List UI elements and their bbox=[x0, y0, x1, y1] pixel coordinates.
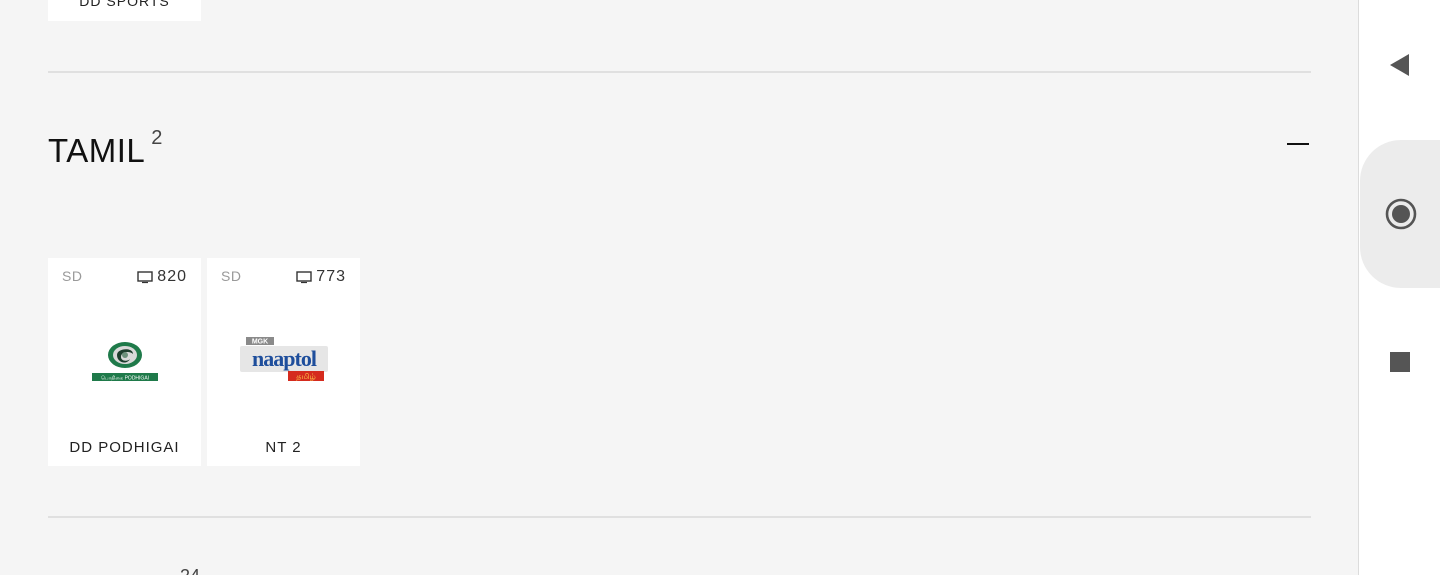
collapse-section-button[interactable] bbox=[1280, 126, 1316, 162]
section-count: 2 bbox=[151, 127, 163, 149]
channel-card-dd-podhigai[interactable]: SD 820 பொதிகை PODHIGAI DD PODHIGAI bbox=[48, 258, 201, 466]
channel-logo: MGK naaptol தமிழ் bbox=[207, 328, 360, 394]
channel-number-text: 820 bbox=[157, 268, 187, 285]
channel-grid: SD 820 பொதிகை PODHIGAI DD PODHIGAI SD 77… bbox=[48, 258, 360, 466]
home-button[interactable] bbox=[1360, 140, 1440, 288]
quality-badge: SD bbox=[221, 268, 242, 284]
app-page: DD SPORTS TAMIL 2 SD 820 பொதிகை PODHIGAI… bbox=[0, 0, 1440, 575]
navigation-bar bbox=[1358, 0, 1440, 575]
channel-name: DD SPORTS bbox=[79, 0, 170, 9]
recents-square-icon bbox=[1390, 352, 1410, 372]
svg-text:naaptol: naaptol bbox=[252, 346, 317, 371]
channel-name: DD PODHIGAI bbox=[69, 439, 180, 456]
tv-icon bbox=[137, 271, 153, 284]
channel-number: 773 bbox=[296, 268, 346, 286]
channel-number-text: 773 bbox=[316, 268, 346, 285]
channel-number: 820 bbox=[137, 268, 187, 286]
section-title-text: TAMIL bbox=[48, 132, 146, 169]
back-triangle-icon bbox=[1390, 54, 1409, 76]
channel-card-nt-2[interactable]: SD 773 MGK naaptol தமிழ் NT 2 bbox=[207, 258, 360, 466]
svg-text:MGK: MGK bbox=[251, 339, 267, 346]
back-button[interactable] bbox=[1359, 40, 1440, 90]
naaptol-logo: MGK naaptol தமிழ் bbox=[239, 337, 328, 381]
quality-badge: SD bbox=[62, 268, 83, 284]
channel-name: NT 2 bbox=[265, 439, 302, 456]
dd-podhigai-logo: பொதிகை PODHIGAI bbox=[91, 342, 158, 382]
channel-list[interactable]: DD SPORTS TAMIL 2 SD 820 பொதிகை PODHIGAI… bbox=[0, 0, 1358, 575]
next-section-count: 24 bbox=[180, 566, 200, 575]
svg-text:தமிழ்: தமிழ் bbox=[296, 372, 316, 381]
section-divider bbox=[48, 71, 1311, 73]
tv-icon bbox=[296, 271, 312, 284]
svg-text:பொதிகை PODHIGAI: பொதிகை PODHIGAI bbox=[100, 376, 148, 382]
section-divider bbox=[48, 516, 1311, 518]
minus-icon bbox=[1287, 143, 1309, 145]
section-title: TAMIL 2 bbox=[48, 124, 163, 171]
channel-logo: பொதிகை PODHIGAI bbox=[48, 328, 201, 394]
home-circle-icon bbox=[1385, 198, 1416, 230]
recents-button[interactable] bbox=[1359, 337, 1440, 387]
channel-card[interactable]: DD SPORTS bbox=[48, 0, 201, 21]
